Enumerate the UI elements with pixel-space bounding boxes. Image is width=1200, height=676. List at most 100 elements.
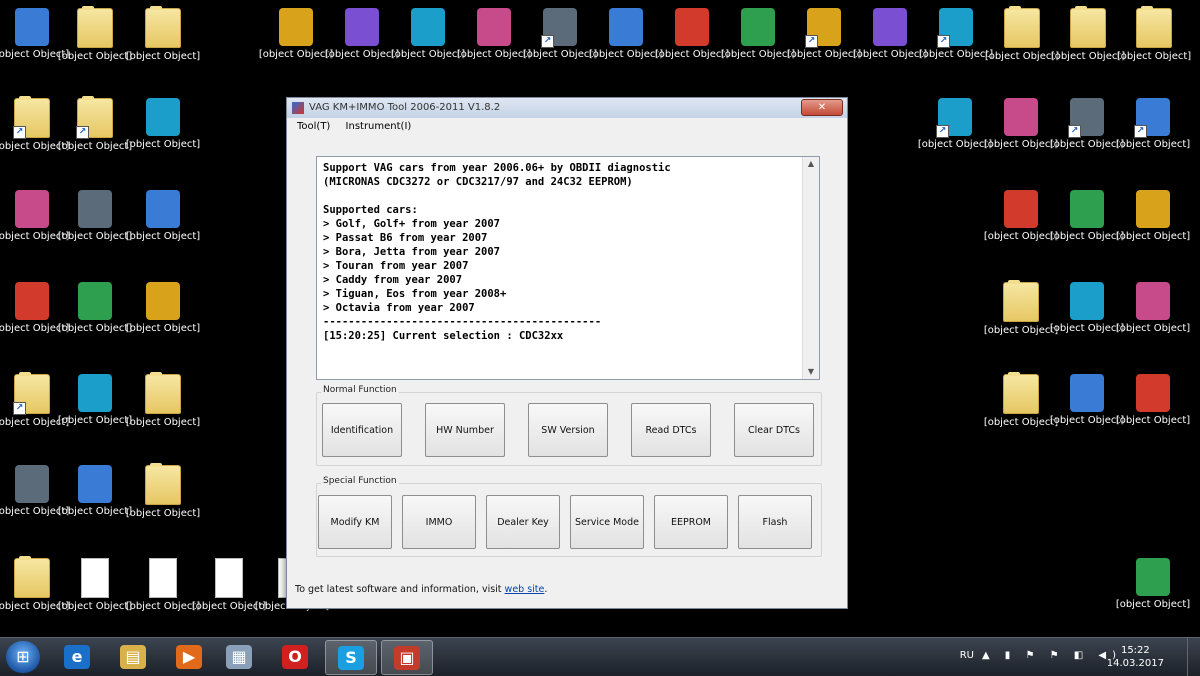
file-icon: [149, 558, 177, 598]
computer-icon: [15, 8, 49, 46]
desktop-icon[interactable]: [object Object]: [1114, 282, 1192, 335]
desktop-icon[interactable]: [object Object]: [56, 282, 134, 335]
desktop-icon-label: [object Object]: [1115, 599, 1191, 610]
internet-explorer-icon: e: [64, 644, 90, 669]
menu-bar: Tool(T) Instrument(I): [287, 118, 847, 136]
taskbar-app-button[interactable]: ▤: [108, 640, 158, 673]
skype-icon: S: [338, 645, 364, 670]
taskbar-app-button[interactable]: ▣: [381, 640, 433, 675]
vag-tool-icon: ▣: [394, 645, 420, 670]
taskbar: ⊞ e ▤ ▶ ▦ O S ▣ RU ▲ ▮ ⚑ ⚑ ◧ ◀) 15:22 14.03.20…: [0, 637, 1200, 676]
desktop-icon[interactable]: [object Object]: [56, 374, 134, 427]
immo-button[interactable]: IMMO: [402, 495, 476, 549]
desktop-icon-label: [object Object]: [1115, 323, 1191, 334]
desktop-icon[interactable]: [object Object]: [124, 372, 202, 429]
scroll-down-icon[interactable]: ▼: [803, 365, 819, 379]
pcmflash-icon: [805, 8, 841, 48]
log-scrollbar[interactable]: ▲ ▼: [802, 157, 819, 379]
desktop-icon[interactable]: [object Object]: [124, 98, 202, 151]
calculator-icon: ▦: [226, 644, 252, 669]
modify-km-button[interactable]: Modify KM: [318, 495, 392, 549]
file-icon: [81, 558, 109, 598]
desktop-icon-label: [object Object]: [125, 323, 201, 334]
special-function-group: Special Function Modify KM IMMO Dealer K…: [316, 476, 822, 557]
openbox-icon: [741, 8, 775, 46]
eeprom-button[interactable]: EEPROM: [654, 495, 728, 549]
player-icon: [1136, 282, 1170, 320]
web-site-link[interactable]: web site: [505, 584, 545, 595]
window-icon: [873, 8, 907, 46]
flash-button[interactable]: Flash: [738, 495, 812, 549]
scroll-up-icon[interactable]: ▲: [803, 157, 819, 171]
desktop-icon[interactable]: [object Object]: [124, 190, 202, 243]
folder-icon: [1004, 6, 1040, 48]
window-titlebar[interactable]: VAG KM+IMMO Tool 2006-2011 V1.8.2 ✕: [287, 98, 847, 118]
hw-number-button[interactable]: HW Number: [425, 403, 505, 457]
recycle-bin-icon: [1136, 558, 1170, 596]
opera-icon: O: [282, 644, 308, 669]
menu-tool[interactable]: Tool(T): [297, 121, 330, 132]
desktop-icon[interactable]: [object Object]: [1115, 6, 1193, 63]
tray-icons[interactable]: ▲ ▮ ⚑ ⚑ ◧ ◀): [982, 650, 1122, 661]
language-indicator[interactable]: RU: [960, 650, 974, 661]
desktop-icon[interactable]: [object Object]: [56, 6, 134, 63]
close-button[interactable]: ✕: [801, 99, 843, 116]
special-function-label: Special Function: [321, 476, 399, 486]
app-icon: [292, 102, 304, 114]
taskbar-app-button[interactable]: e: [52, 640, 102, 673]
desktop-icon-label: [object Object]: [125, 417, 201, 428]
desktop-icon[interactable]: [object Object]: [124, 463, 202, 520]
engine-icon: [1070, 190, 1104, 228]
word-document-icon: [146, 98, 180, 136]
desktop-icon-label: [object Object]: [125, 139, 201, 150]
aida-icon: [1070, 374, 1104, 412]
folder-shortcut-icon: [76, 96, 113, 139]
teamviewer-icon: [15, 282, 49, 320]
log-output[interactable]: Support VAG cars from year 2006.06+ by O…: [316, 156, 820, 380]
menu-instrument[interactable]: Instrument(I): [346, 121, 412, 132]
normal-function-group: Normal Function Identification HW Number…: [316, 385, 822, 466]
clock-time: 15:22: [1120, 645, 1150, 656]
desktop-icon[interactable]: [object Object]: [124, 282, 202, 335]
folder-icon: [1136, 6, 1172, 48]
desktop-icon[interactable]: [object Object]: [1114, 190, 1192, 243]
cuw-icon: [937, 8, 973, 48]
desktop-icon[interactable]: [object Object]: [56, 96, 134, 153]
clock[interactable]: 15:22 14.03.2017: [1107, 644, 1164, 670]
desktop-icon[interactable]: [object Object]: [56, 558, 134, 613]
cms-icon: [15, 465, 49, 503]
footer-end: .: [544, 584, 548, 595]
desktop-icon[interactable]: [object Object]: [1114, 98, 1192, 151]
service-mode-button[interactable]: Service Mode: [570, 495, 644, 549]
show-desktop-button[interactable]: [1187, 638, 1200, 676]
chip-icon: [1068, 98, 1104, 138]
footer-note: To get latest software and information, …: [295, 584, 547, 595]
folder-icon: [145, 463, 181, 505]
read-dtcs-button[interactable]: Read DTCs: [631, 403, 711, 457]
sw-version-button[interactable]: SW Version: [528, 403, 608, 457]
galletto-icon: [477, 8, 511, 46]
taskbar-app-button[interactable]: S: [325, 640, 377, 675]
clear-dtcs-button[interactable]: Clear DTCs: [734, 403, 814, 457]
dealer-key-button[interactable]: Dealer Key: [486, 495, 560, 549]
folder-icon: [1003, 372, 1039, 414]
desktop-icon[interactable]: [object Object]: [124, 6, 202, 63]
vag-tool-window: VAG KM+IMMO Tool 2006-2011 V1.8.2 ✕ Tool…: [286, 97, 848, 609]
desktop-icon[interactable]: [object Object]: [1114, 374, 1192, 427]
image-icon: [146, 282, 180, 320]
taskbar-app-button[interactable]: O: [270, 640, 320, 673]
start-button[interactable]: ⊞: [6, 641, 40, 673]
taskbar-app-button[interactable]: ▶: [164, 640, 214, 673]
chip-icon: [1004, 98, 1038, 136]
honda-icon: [411, 8, 445, 46]
desktop-icon[interactable]: [object Object]: [56, 190, 134, 243]
desktop-icon-label: [object Object]: [57, 231, 133, 242]
taskbar-app-button[interactable]: ▦: [214, 640, 264, 673]
desktop-icon[interactable]: [object Object]: [56, 465, 134, 518]
identification-button[interactable]: Identification: [322, 403, 402, 457]
desktop-icon-label: [object Object]: [57, 506, 133, 517]
desktop-icon[interactable]: [object Object]: [1114, 558, 1192, 611]
imgburn-icon: [1136, 374, 1170, 412]
ammyy-admin-icon: [78, 374, 112, 412]
opendiag-icon: [675, 8, 709, 46]
